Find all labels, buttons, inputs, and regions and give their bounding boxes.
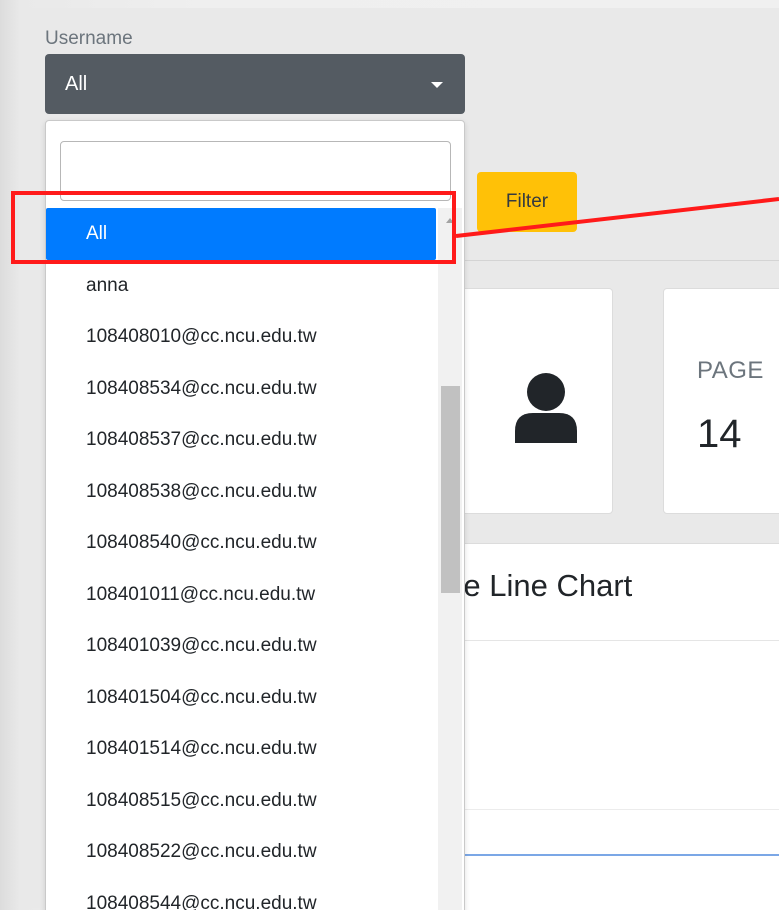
caret-down-icon [431, 82, 443, 88]
dropdown-option[interactable]: anna [46, 260, 436, 312]
chart-header-divider [441, 640, 779, 641]
dropdown-option[interactable]: 108408538@cc.ncu.edu.tw [46, 466, 436, 518]
dropdown-option[interactable]: 108408010@cc.ncu.edu.tw [46, 311, 436, 363]
username-select-value: All [65, 73, 88, 95]
annotation-highlight-box [11, 191, 456, 264]
dropdown-option[interactable]: 108401039@cc.ncu.edu.tw [46, 620, 436, 672]
page-stat-value: 14 [697, 412, 742, 456]
dropdown-options-list: All anna 108408010@cc.ncu.edu.tw 108408534@… [46, 208, 436, 910]
dropdown-scrollbar-thumb[interactable] [441, 386, 460, 593]
user-icon [515, 373, 577, 443]
username-select[interactable]: All [45, 54, 465, 114]
screenshot-stage: Username All Filter PAGE 14 ive Line Cha… [0, 0, 779, 910]
filter-button[interactable]: Filter [477, 172, 577, 232]
dropdown-option[interactable]: 108408537@cc.ncu.edu.tw [46, 414, 436, 466]
dropdown-option[interactable]: 108408534@cc.ncu.edu.tw [46, 363, 436, 415]
dropdown-option[interactable]: 108408540@cc.ncu.edu.tw [46, 517, 436, 569]
chart-title: ive Line Chart [441, 568, 633, 603]
dropdown-option[interactable]: 108408544@cc.ncu.edu.tw [46, 878, 436, 910]
dropdown-option[interactable]: 108408522@cc.ncu.edu.tw [46, 826, 436, 878]
page-stat-card: PAGE 14 [663, 288, 779, 514]
dropdown-option[interactable]: 108401011@cc.ncu.edu.tw [46, 569, 436, 621]
chart-series-line [441, 854, 779, 856]
dropdown-option[interactable]: 108401514@cc.ncu.edu.tw [46, 723, 436, 775]
dropdown-option[interactable]: 108401504@cc.ncu.edu.tw [46, 672, 436, 724]
user-stat-card [440, 288, 613, 514]
dropdown-option[interactable]: 108408515@cc.ncu.edu.tw [46, 775, 436, 827]
username-label: Username [45, 28, 133, 49]
chart-gridline [441, 809, 779, 810]
page-stat-label: PAGE [697, 357, 764, 384]
line-chart-card: ive Line Chart [440, 543, 779, 910]
